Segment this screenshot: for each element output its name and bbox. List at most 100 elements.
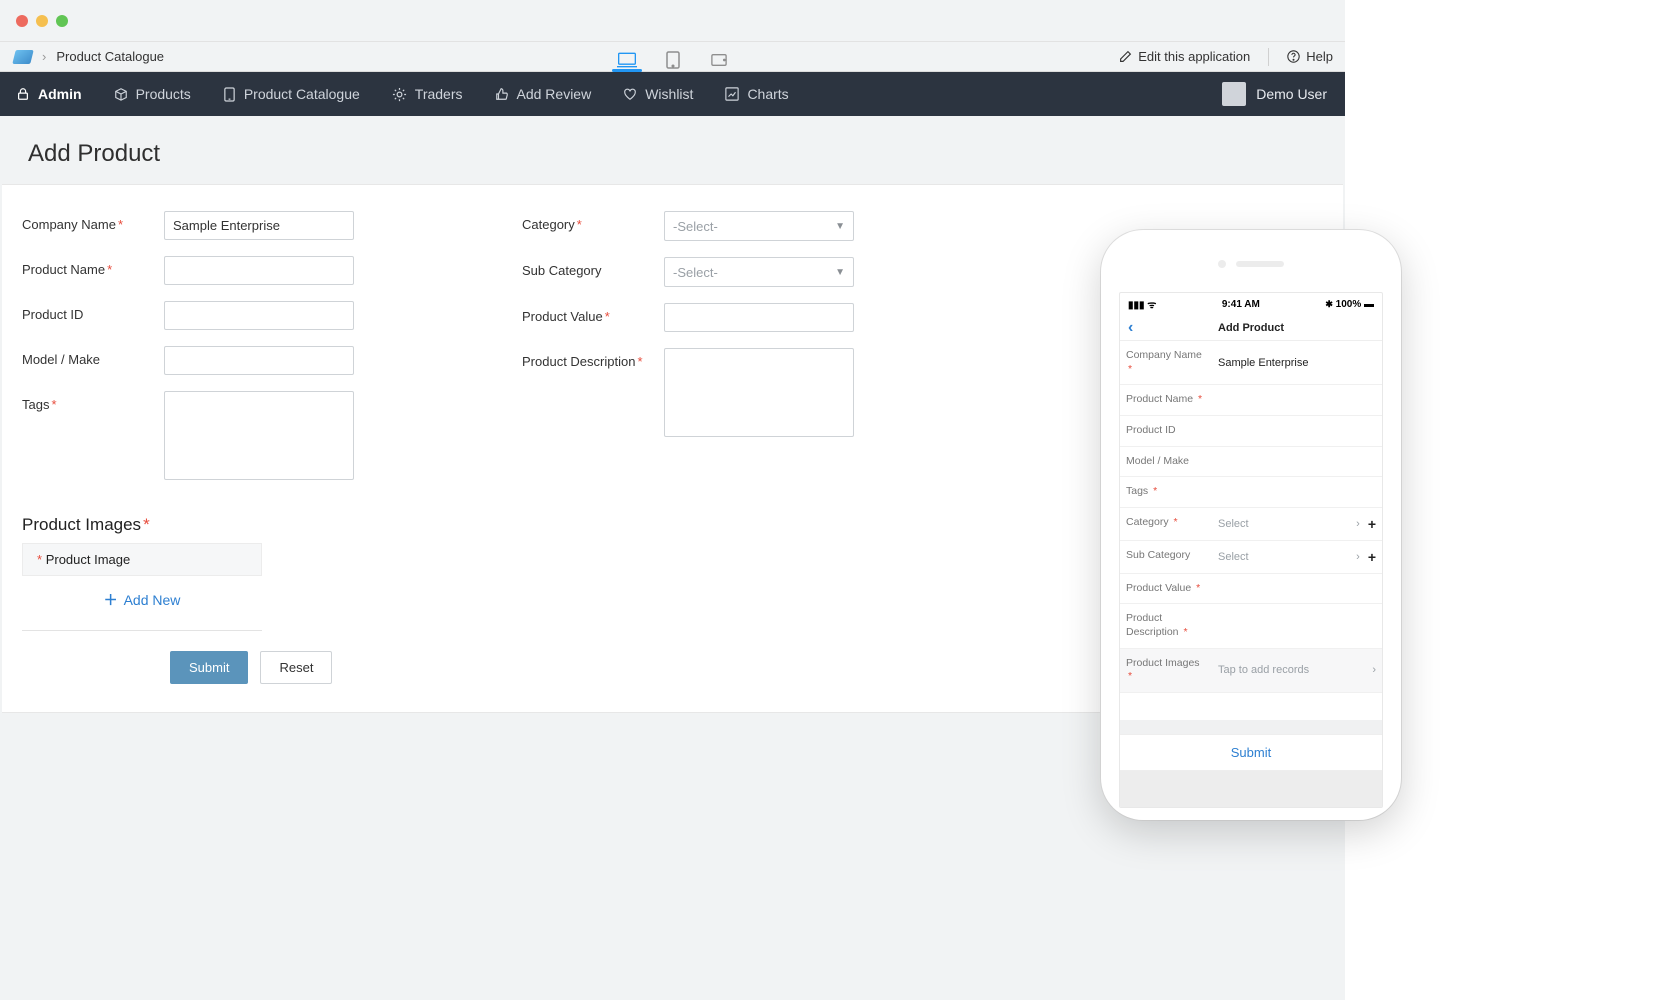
- nav-product-catalogue[interactable]: Product Catalogue: [207, 72, 376, 116]
- close-window-icon[interactable]: [16, 15, 28, 27]
- field-subcategory: Sub Category -Select- ▼: [522, 249, 962, 295]
- page-title: Add Product: [28, 140, 1317, 168]
- app-logo-icon: [12, 50, 33, 64]
- field-tags: Tags*: [22, 383, 462, 493]
- nav-traders[interactable]: Traders: [376, 72, 479, 116]
- box-icon: [114, 87, 128, 101]
- nav-admin[interactable]: Admin: [0, 72, 98, 116]
- subcategory-label: Sub Category: [522, 257, 652, 278]
- description-textarea[interactable]: [664, 348, 854, 437]
- product-value-input[interactable]: [664, 303, 854, 332]
- subcategory-placeholder: -Select-: [673, 265, 718, 280]
- nav-add-review[interactable]: Add Review: [479, 72, 608, 116]
- mobile-subcategory-select[interactable]: Select›+: [1212, 541, 1382, 573]
- product-id-input[interactable]: [164, 301, 354, 330]
- mobile-images-add[interactable]: Tap to add records›: [1212, 649, 1382, 692]
- pencil-icon: [1119, 50, 1132, 63]
- field-category: Category* -Select- ▼: [522, 203, 962, 249]
- device-desktop-tab[interactable]: [616, 49, 638, 71]
- phone-icon: [223, 87, 236, 102]
- plus-icon: ＋: [104, 590, 118, 610]
- nav-wishlist[interactable]: Wishlist: [607, 72, 709, 116]
- chevron-down-icon: ▼: [835, 267, 845, 278]
- field-product-value: Product Value*: [522, 295, 962, 340]
- nav-products[interactable]: Products: [98, 72, 207, 116]
- chevron-down-icon: ▼: [835, 221, 845, 232]
- help-link[interactable]: Help: [1287, 49, 1333, 64]
- product-image-header: * Product Image: [22, 543, 262, 576]
- chevron-right-icon: ›: [1356, 551, 1360, 563]
- mobile-submit-button[interactable]: Submit: [1120, 734, 1382, 771]
- add-new-label: Add New: [124, 592, 181, 608]
- field-company-name: Company Name*: [22, 203, 462, 248]
- edit-application-label: Edit this application: [1138, 49, 1250, 64]
- nav-label: Wishlist: [645, 86, 693, 102]
- field-model-make: Model / Make: [22, 338, 462, 383]
- mobile-title-bar: ‹ Add Product: [1120, 315, 1382, 341]
- category-select[interactable]: -Select- ▼: [664, 211, 854, 241]
- mobile-product-name-value[interactable]: [1212, 385, 1382, 415]
- submit-button[interactable]: Submit: [170, 651, 248, 684]
- window-controls: [0, 0, 1345, 42]
- product-name-input[interactable]: [164, 256, 354, 285]
- toolbar-right: Edit this application Help: [1119, 42, 1333, 71]
- model-make-label: Model / Make: [22, 346, 152, 367]
- device-mobile-tab[interactable]: [708, 49, 730, 71]
- gear-icon: [392, 87, 407, 102]
- mobile-product-value[interactable]: [1212, 574, 1382, 604]
- category-placeholder: -Select-: [673, 219, 718, 234]
- tags-label: Tags*: [22, 391, 152, 412]
- nav-label: Products: [136, 86, 191, 102]
- device-tablet-tab[interactable]: [662, 49, 684, 71]
- mobile-tags-value[interactable]: [1212, 477, 1382, 507]
- model-make-input[interactable]: [164, 346, 354, 375]
- product-name-label: Product Name*: [22, 256, 152, 277]
- breadcrumb-title[interactable]: Product Catalogue: [56, 49, 164, 64]
- signal-icon: ▮▮▮ ᯤ: [1128, 297, 1156, 311]
- product-id-label: Product ID: [22, 301, 152, 322]
- toolbar-separator: [1268, 48, 1269, 66]
- device-preview-tabs: [616, 42, 730, 71]
- back-icon[interactable]: ‹: [1128, 320, 1133, 336]
- chevron-right-icon: ›: [1372, 664, 1376, 676]
- nav-label: Charts: [747, 86, 788, 102]
- mobile-product-id-value[interactable]: [1212, 416, 1382, 446]
- field-product-id: Product ID: [22, 293, 462, 338]
- mobile-screen: ▮▮▮ ᯤ 9:41 AM ✱ 100% ▬ ‹ Add Product Com…: [1119, 292, 1383, 808]
- application-window: › Product Catalogue Edit this applicatio…: [0, 0, 1345, 1000]
- minimize-window-icon[interactable]: [36, 15, 48, 27]
- help-icon: [1287, 50, 1300, 63]
- mobile-status-bar: ▮▮▮ ᯤ 9:41 AM ✱ 100% ▬: [1120, 293, 1382, 315]
- company-name-input[interactable]: [164, 211, 354, 240]
- thumbs-up-icon: [495, 87, 509, 101]
- help-label: Help: [1306, 49, 1333, 64]
- form-grid: Company Name* Product Name* Product ID M…: [2, 203, 962, 493]
- battery-status: ✱ 100% ▬: [1325, 299, 1374, 310]
- subcategory-select[interactable]: -Select- ▼: [664, 257, 854, 287]
- maximize-window-icon[interactable]: [56, 15, 68, 27]
- mobile-category-select[interactable]: Select›+: [1212, 508, 1382, 540]
- edit-application-link[interactable]: Edit this application: [1119, 49, 1250, 64]
- field-product-name: Product Name*: [22, 248, 462, 293]
- mobile-description-value[interactable]: [1212, 604, 1382, 647]
- plus-icon[interactable]: +: [1368, 549, 1376, 565]
- tags-textarea[interactable]: [164, 391, 354, 480]
- breadcrumb: › Product Catalogue: [0, 49, 164, 64]
- plus-icon[interactable]: +: [1368, 516, 1376, 532]
- chevron-right-icon: ›: [1356, 518, 1360, 530]
- chart-icon: [725, 87, 739, 101]
- main-nav: Admin Products Product Catalogue Traders…: [0, 72, 1345, 116]
- nav-charts[interactable]: Charts: [709, 72, 804, 116]
- mobile-model-value[interactable]: [1212, 447, 1382, 477]
- mobile-title: Add Product: [1218, 322, 1284, 334]
- field-description: Product Description*: [522, 340, 962, 450]
- add-new-button[interactable]: ＋ Add New: [22, 576, 262, 620]
- nav-label: Traders: [415, 86, 463, 102]
- mobile-company-value[interactable]: Sample Enterprise: [1212, 341, 1382, 384]
- reset-button[interactable]: Reset: [260, 651, 332, 684]
- nav-label: Add Review: [517, 86, 592, 102]
- breadcrumb-separator: ›: [42, 49, 46, 64]
- nav-label: Product Catalogue: [244, 86, 360, 102]
- user-menu[interactable]: Demo User: [1222, 82, 1345, 106]
- category-label: Category*: [522, 211, 652, 232]
